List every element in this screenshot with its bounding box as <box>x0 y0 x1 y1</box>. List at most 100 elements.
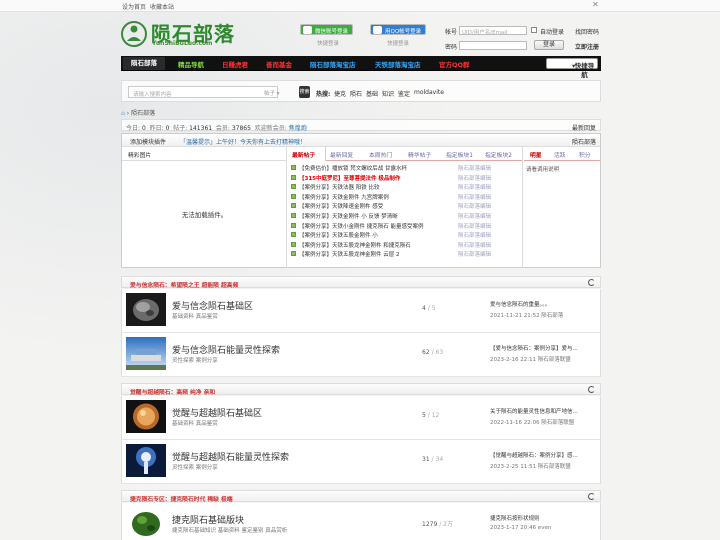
login-button[interactable]: 登录 <box>534 40 564 50</box>
forum-title[interactable]: 觉醒与超越陨石基础区 <box>172 406 262 419</box>
tab-digest[interactable]: 精华帖子 <box>408 150 431 159</box>
forum-image[interactable] <box>126 444 166 477</box>
last-post-title[interactable]: 【爱与信念陨石：案例分享】爱与... <box>490 344 578 352</box>
close-icon[interactable]: ✕ <box>592 0 599 9</box>
tab-weekly-hot[interactable]: 本周热门 <box>369 150 392 159</box>
thread-title[interactable]: 【案例分享】天铁五股龙神金刚杵 和捷克陨石 <box>299 241 411 249</box>
section-header[interactable]: 爱与信念陨石：希望陨之王 超能陨 超高频 <box>121 276 601 289</box>
thread-author[interactable]: 陨石部落编辑 <box>458 193 491 201</box>
forum-row[interactable]: 觉醒与超越陨石基础区 基础资料 真品鉴赏 5 / 12 关于陨石的能量灵性信息和产地信… <box>121 396 601 440</box>
forum-subforums[interactable]: 基础资料 真品鉴赏 <box>172 312 218 320</box>
forum-title[interactable]: 捷克陨石基础版块 <box>172 513 244 526</box>
thread-author[interactable]: 陨石部落编辑 <box>458 212 491 220</box>
thread-row[interactable]: 【案例分享】天铁五股龙神金刚件 云层 2 陨石部落编辑 <box>288 249 523 258</box>
breadcrumb-current[interactable]: 陨石部落 <box>131 110 155 117</box>
thread-author[interactable]: 陨石部落编辑 <box>458 231 491 239</box>
forum-subforums[interactable]: 灵性探索 案例分享 <box>172 356 218 364</box>
auto-login-checkbox[interactable] <box>531 27 537 33</box>
nav-item-taobao-meteorite[interactable]: 陨石部落淘宝店 <box>310 59 356 69</box>
search-button[interactable]: 搜索 <box>299 86 310 98</box>
thread-title[interactable]: 【案例分享】天铁小金刚件 捷克陨石 能量感受案例 <box>299 222 424 230</box>
forum-title[interactable]: 爱与信念陨石基础区 <box>172 299 253 312</box>
thread-title[interactable]: 【315中庭罗尼】至尊菩提法件 极品制作 <box>299 174 400 182</box>
forum-image[interactable] <box>126 337 166 370</box>
tab-points[interactable]: 积分 <box>579 150 591 159</box>
thread-title[interactable]: 【案例分享】天铁金刚件 小 反馈 梦清晰 <box>299 212 398 220</box>
forum-row[interactable]: 爱与信念陨石能量灵性探索 灵性探索 案例分享 62 / 63 【爱与信念陨石：案例分享… <box>121 333 601 377</box>
bookmark-link[interactable]: 收藏本站 <box>150 2 174 11</box>
quick-nav-button[interactable]: 快捷导航 ▾ <box>546 58 598 79</box>
thread-row[interactable]: 【免费估价】播放锁 梵文螺纹后战 甘露水杯 陨石部落编辑 <box>288 163 523 172</box>
find-password-link[interactable]: 找回密码 <box>575 27 599 36</box>
nav-item-qq-group[interactable]: 官方QQ群 <box>439 59 470 69</box>
search-type-select[interactable]: 帖子 ▾ <box>262 86 292 98</box>
thread-title[interactable]: 【案例分享】天铁五股金刚件 小 <box>299 231 378 239</box>
collapse-icon[interactable] <box>588 279 595 286</box>
thread-author[interactable]: 陨石部落编辑 <box>458 183 491 191</box>
forum-title[interactable]: 觉醒与超越陨石能量灵性探索 <box>172 450 289 463</box>
last-post-title[interactable]: 捷克陨石按形状规则 <box>490 514 540 522</box>
collapse-icon[interactable] <box>588 493 595 500</box>
tab-board-2[interactable]: 指定板块2 <box>485 150 512 159</box>
tab-latest-threads[interactable]: 最新帖子 <box>292 150 315 159</box>
qq-login-button[interactable]: 用QQ帐号登录 <box>370 24 427 35</box>
tab-latest-replies[interactable]: 最新回复 <box>330 150 353 159</box>
thread-row[interactable]: 【315中庭罗尼】至尊菩提法件 极品制作 陨石部落编辑 <box>288 173 523 182</box>
home-icon[interactable]: ⌂ <box>121 110 125 117</box>
thread-author[interactable]: 陨石部落编辑 <box>458 241 491 249</box>
set-home-link[interactable]: 设为首页 <box>122 2 146 11</box>
thread-title[interactable]: 【案例分享】天铁金刚件 九宫牌案例 <box>299 193 389 201</box>
nav-item-home[interactable]: 陨石部落 <box>123 57 165 70</box>
thread-author[interactable]: 陨石部落编辑 <box>458 202 491 210</box>
collapse-icon[interactable] <box>588 386 595 393</box>
wechat-login-button[interactable]: 微信账号登录 <box>300 24 354 35</box>
thread-row[interactable]: 【案例分享】天铁五股金刚件 小 陨石部落编辑 <box>288 230 523 239</box>
hot-search-item[interactable]: 基础 <box>366 89 378 98</box>
hot-search-item[interactable]: moldavite <box>414 89 444 96</box>
thread-author[interactable]: 陨石部落编辑 <box>458 174 491 182</box>
section-header[interactable]: 捷克陨石专区：捷克陨石时代 稀缺 极端 <box>121 490 601 503</box>
nav-item-fund[interactable]: 善而基金 <box>266 59 292 69</box>
forum-row[interactable]: 捷克陨石基础版块 捷克陨石基础知识 基础资料 鉴定鉴别 真品赏析 1279 / 2万… <box>121 503 601 540</box>
thread-title[interactable]: 【案例分享】天铁降速金刚杵 感受 <box>299 202 383 210</box>
last-post-title[interactable]: 关于陨石的能量灵性信息和产地信... <box>490 407 578 415</box>
thread-title[interactable]: 【免费估价】播放锁 梵文螺纹后战 甘露水杯 <box>299 164 407 172</box>
account-input[interactable]: UID/用户名/Email <box>459 26 527 36</box>
thread-row[interactable]: 【案例分享】天铁五股龙神金刚杵 和捷克陨石 陨石部落编辑 <box>288 240 523 249</box>
forum-title[interactable]: 爱与信念陨石能量灵性探索 <box>172 343 280 356</box>
thread-row[interactable]: 【案例分享】天铁金刚件 小 反馈 梦清晰 陨石部落编辑 <box>288 211 523 220</box>
thread-title[interactable]: 【案例分享】天铁法器 阳铁 比较 <box>299 183 380 191</box>
thread-title[interactable]: 【案例分享】天铁五股龙神金刚件 云层 2 <box>299 250 400 258</box>
last-post-title[interactable]: 爱与信念陨石的重量。。。 <box>490 300 551 308</box>
forum-subforums[interactable]: 基础资料 真品鉴赏 <box>172 419 218 427</box>
new-member-link[interactable]: 焦煌炮 <box>289 125 307 132</box>
section-header[interactable]: 觉醒与超越陨石：高频 纯净 亲和 <box>121 383 601 396</box>
thread-author[interactable]: 陨石部落编辑 <box>458 250 491 258</box>
tab-stars[interactable]: 明星 <box>530 150 542 159</box>
qq-quick-login[interactable]: 快捷登录 <box>387 39 409 47</box>
last-post-title[interactable]: 【觉醒与超越陨石：案例分享】感... <box>490 451 578 459</box>
thread-row[interactable]: 【案例分享】天铁降速金刚杵 感受 陨石部落编辑 <box>288 201 523 210</box>
search-input[interactable]: 请输入搜索内容 <box>128 86 278 98</box>
latest-replies-link[interactable]: 最新回复 <box>572 123 596 132</box>
thread-row[interactable]: 【案例分享】天铁法器 阳铁 比较 陨石部落编辑 <box>288 182 523 191</box>
thread-author[interactable]: 陨石部落编辑 <box>458 164 491 172</box>
forum-image[interactable] <box>126 507 166 540</box>
register-link[interactable]: 立即注册 <box>575 42 599 51</box>
hot-search-item[interactable]: 捷克 <box>334 89 346 98</box>
tab-board-1[interactable]: 指定板块1 <box>446 150 473 159</box>
hot-search-item[interactable]: 知识 <box>382 89 394 98</box>
forum-subforums[interactable]: 捷克陨石基础知识 基础资料 鉴定鉴别 真品赏析 <box>172 526 287 534</box>
tab-featured-images[interactable]: 精彩图片 <box>128 150 151 159</box>
nav-item-taobao-tianti[interactable]: 天铁部落淘宝店 <box>375 59 421 69</box>
nav-item-guide[interactable]: 精品导航 <box>178 59 204 69</box>
forum-image[interactable] <box>126 293 166 326</box>
thread-row[interactable]: 【案例分享】天铁金刚件 九宫牌案例 陨石部落编辑 <box>288 192 523 201</box>
hot-search-item[interactable]: 陨石 <box>350 89 362 98</box>
hot-search-item[interactable]: 鉴定 <box>398 89 410 98</box>
forum-image[interactable] <box>126 400 166 433</box>
forum-subforums[interactable]: 灵性探索 案例分享 <box>172 463 218 471</box>
site-logo[interactable]: 陨石部落 YunShiBuLuo.com <box>121 18 251 50</box>
forum-row[interactable]: 爱与信念陨石基础区 基础资料 真品鉴赏 4 / 5 爱与信念陨石的重量。。。 2021-… <box>121 289 601 333</box>
nav-item-daily[interactable]: 日赚虎君 <box>222 59 248 69</box>
